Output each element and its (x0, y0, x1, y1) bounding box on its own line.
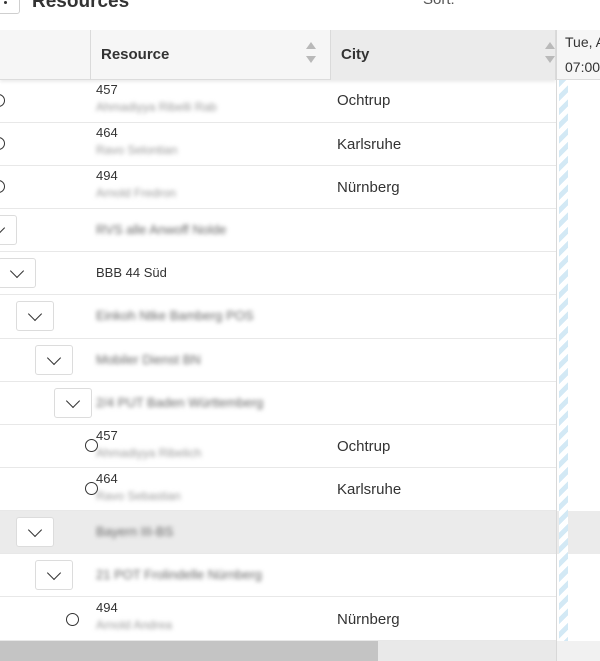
page-title: Resources (32, 0, 130, 12)
timeline-date: Tue, A (565, 34, 600, 50)
resource-id: 494 (96, 600, 118, 615)
chevron-down-icon (27, 522, 43, 538)
toolbar: Resources Sort: (0, 0, 600, 30)
group-row[interactable]: BBB 44 Süd (0, 252, 556, 295)
resource-grid: Resource City 457 Ahmadiyya Ribelli Rab … (0, 30, 556, 641)
timeline-time: 07:00 (565, 59, 600, 75)
expand-toggle[interactable] (16, 517, 54, 547)
table-row[interactable]: 457 Ahmadiyya Ribelich Ochtrup (0, 425, 556, 468)
resource-id: 457 (96, 428, 118, 443)
group-row[interactable]: 21 POT Frolindelle Nürnberg (0, 554, 556, 597)
timeline-panel: Tue, A 07:00 (556, 30, 600, 661)
city-column-header[interactable]: City (331, 30, 556, 80)
resource-name: Ravo Sebastian (96, 489, 181, 503)
group-name: Bayern III-BS (96, 524, 174, 539)
resource-name: Arnold Fredron (96, 186, 177, 200)
city-cell: Karlsruhe (337, 136, 402, 153)
sort-arrows-icon[interactable] (545, 42, 555, 68)
radio-icon[interactable] (0, 94, 5, 107)
timeline-scrollbar[interactable] (557, 641, 600, 661)
expand-toggle[interactable] (35, 345, 73, 375)
table-row[interactable]: 464 Ravo Sebastian Karlsruhe (0, 468, 556, 511)
timeline-header: Tue, A 07:00 (557, 30, 600, 80)
resource-name: Arnold Andrea (96, 618, 173, 632)
resource-name: Ahmadiyya Ribelli Rab (96, 100, 217, 114)
current-time-indicator (559, 80, 568, 641)
scrollbar-thumb[interactable] (0, 641, 378, 661)
group-row[interactable]: Einkoh Ntke Bamberg POS (0, 295, 556, 339)
radio-icon[interactable] (66, 613, 79, 626)
menu-button[interactable] (0, 0, 20, 14)
chevron-down-icon (27, 306, 43, 322)
chevron-down-icon (46, 350, 62, 366)
chevron-down-icon (46, 565, 62, 581)
resource-id: 464 (96, 125, 118, 140)
expand-toggle[interactable] (0, 258, 36, 288)
city-cell: Nürnberg (337, 179, 400, 196)
expand-toggle[interactable] (0, 215, 17, 245)
expand-toggle[interactable] (16, 301, 54, 331)
city-cell: Ochtrup (337, 438, 391, 455)
grid-header: Resource City (0, 30, 556, 80)
group-row[interactable]: Mobiler Dienst BN (0, 339, 556, 382)
group-name: 2/4 PUT Baden Württemberg (96, 395, 264, 410)
expand-toggle[interactable] (35, 560, 73, 590)
city-cell: Karlsruhe (337, 481, 402, 498)
tree-column-header[interactable] (0, 30, 91, 80)
group-row[interactable]: Bayern III-BS (0, 511, 556, 554)
city-cell: Ochtrup (337, 92, 391, 109)
resource-column-header[interactable]: Resource (91, 30, 331, 80)
kebab-dot-icon (4, 1, 7, 4)
city-column-label: City (341, 46, 370, 63)
group-name: Mobiler Dienst BN (96, 352, 201, 367)
group-name: RVS alle Anwoff Nolde (96, 222, 227, 237)
resource-id: 464 (96, 471, 118, 486)
table-row[interactable]: 494 Arnold Andrea Nürnberg (0, 597, 556, 641)
table-row[interactable]: 457 Ahmadiyya Ribelli Rab Ochtrup (0, 80, 556, 123)
group-name: BBB 44 Süd (96, 265, 167, 280)
table-row[interactable]: 494 Arnold Fredron Nürnberg (0, 166, 556, 209)
resource-id: 457 (96, 82, 118, 97)
resource-name: Ravo Selontian (96, 143, 178, 157)
expand-toggle[interactable] (54, 388, 92, 418)
group-row[interactable]: RVS alle Anwoff Nolde (0, 209, 556, 252)
group-name: Einkoh Ntke Bamberg POS (96, 308, 254, 323)
radio-icon[interactable] (0, 180, 5, 193)
radio-icon[interactable] (0, 137, 5, 150)
city-cell: Nürnberg (337, 611, 400, 628)
sort-label[interactable]: Sort: (423, 0, 455, 8)
resource-column-label: Resource (101, 46, 170, 63)
chevron-down-icon (65, 393, 81, 409)
resource-name: Ahmadiyya Ribelich (96, 446, 202, 460)
table-row[interactable]: 464 Ravo Selontian Karlsruhe (0, 123, 556, 166)
chevron-down-icon (0, 220, 6, 236)
sort-arrows-icon[interactable] (306, 42, 316, 68)
resource-id: 494 (96, 168, 118, 183)
group-row[interactable]: 2/4 PUT Baden Württemberg (0, 382, 556, 425)
group-name: 21 POT Frolindelle Nürnberg (96, 567, 262, 582)
chevron-down-icon (9, 263, 25, 279)
